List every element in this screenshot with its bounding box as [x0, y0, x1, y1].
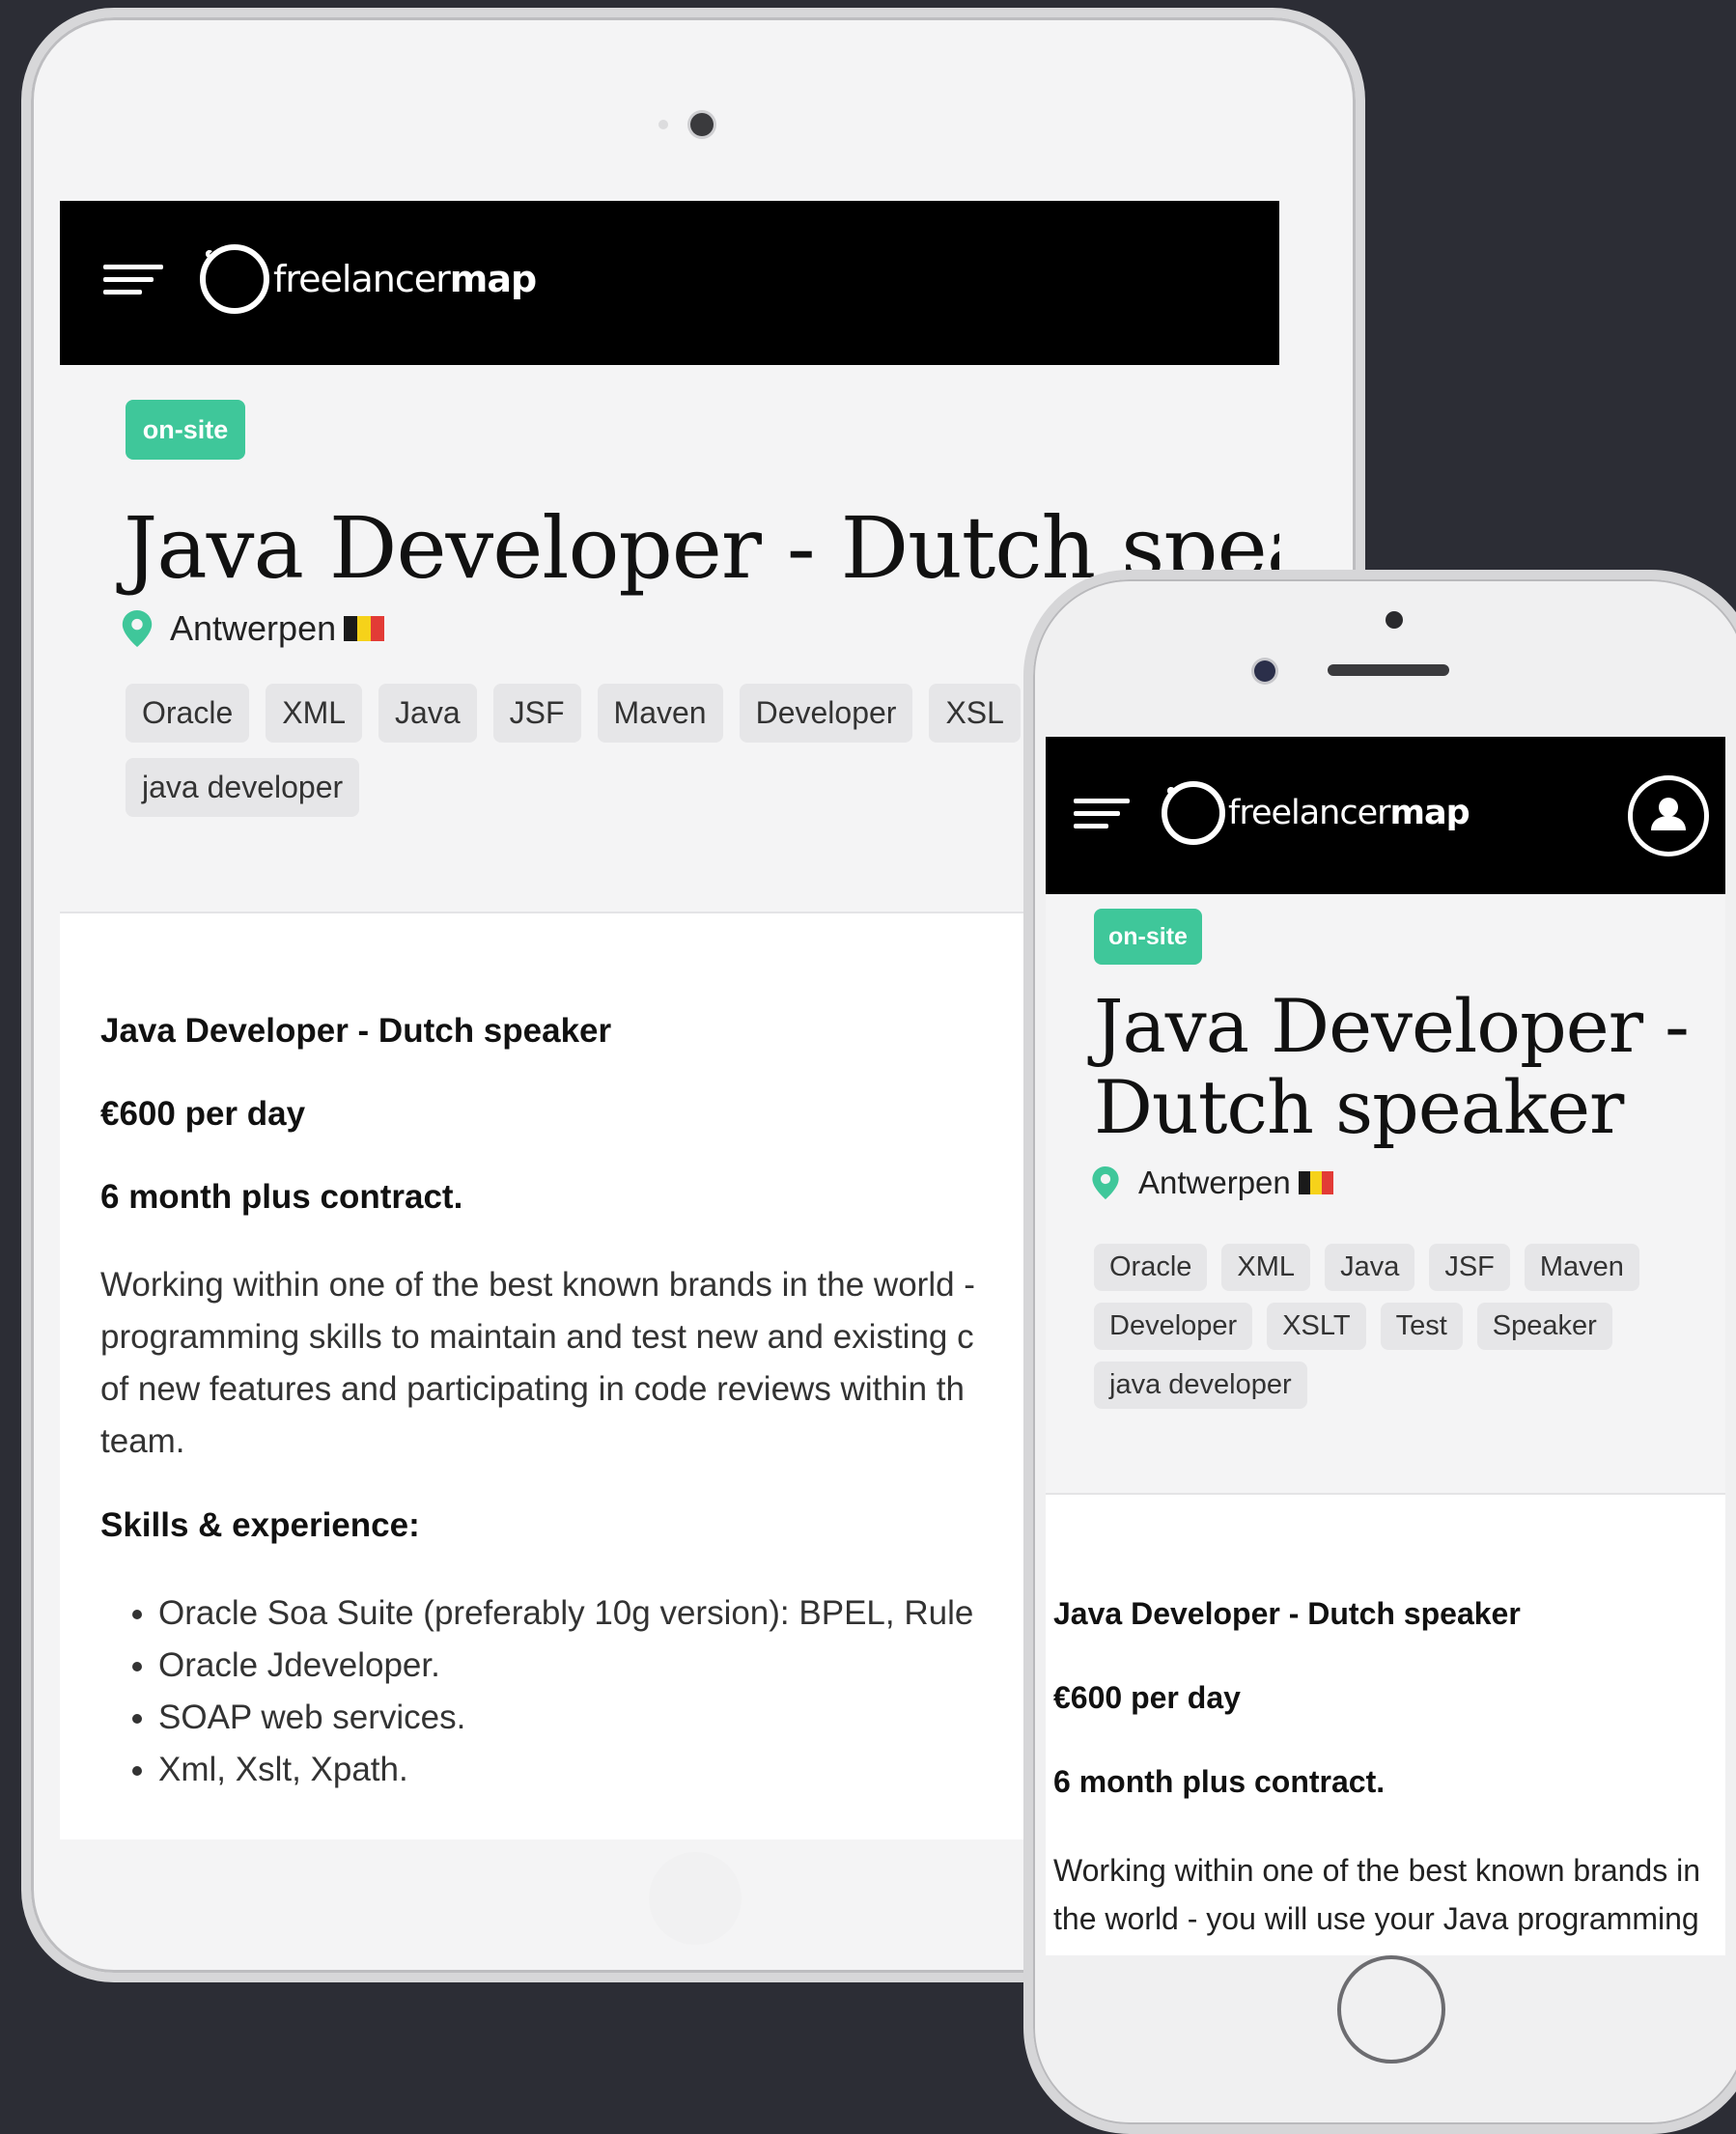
location-text: Antwerpen — [1138, 1165, 1291, 1200]
tablet-home-button[interactable] — [649, 1852, 742, 1945]
tablet-camera — [690, 113, 714, 136]
tablet-sensor — [658, 120, 668, 129]
tag-oracle[interactable]: Oracle — [1094, 1244, 1208, 1291]
phone-proximity-sensor — [1386, 611, 1403, 629]
phone-screen: freelancermap on-site Java Developer - D… — [1046, 737, 1725, 1955]
tag-jsf[interactable]: JSF — [1429, 1244, 1510, 1291]
tag-test[interactable]: Test — [1380, 1303, 1463, 1350]
location-pin-icon — [1092, 1166, 1119, 1199]
location: Antwerpen — [1092, 1165, 1333, 1201]
job-title-line: Java Developer - — [1094, 983, 1690, 1069]
tag-xslt[interactable]: XSLT — [1267, 1303, 1366, 1350]
tag-developer[interactable]: Developer — [739, 684, 913, 743]
tag-maven[interactable]: Maven — [1524, 1244, 1639, 1291]
contract-text: 6 month plus contract. — [1053, 1764, 1386, 1799]
logo-text-bold: map — [449, 258, 537, 300]
onsite-badge: on-site — [1094, 909, 1202, 965]
tablet-top-bar: freelancermap — [60, 201, 1279, 365]
tag-java[interactable]: Java — [1325, 1244, 1415, 1291]
logo-text-light: freelancer — [273, 258, 451, 300]
freelancermap-logo[interactable]: freelancermap — [200, 244, 537, 314]
belgium-flag-icon — [1298, 1171, 1333, 1194]
tag-java-developer[interactable]: java developer — [126, 758, 360, 817]
rate-text: €600 per day — [1053, 1680, 1241, 1715]
menu-icon[interactable] — [1074, 799, 1130, 836]
tag-xml[interactable]: XML — [266, 684, 363, 743]
tag-maven[interactable]: Maven — [597, 684, 723, 743]
tag-java-developer[interactable]: java developer — [1094, 1362, 1307, 1409]
phone-job-header: on-site Java Developer - Dutch speaker A… — [1046, 894, 1725, 1495]
location: Antwerpen — [122, 608, 385, 649]
tag-jsf[interactable]: JSF — [492, 684, 581, 743]
description-line: the world - you will use your Java progr… — [1053, 1901, 1699, 1936]
phone-home-button[interactable] — [1337, 1955, 1445, 2064]
description-heading: Java Developer - Dutch speaker — [1053, 1596, 1521, 1631]
phone-front-camera — [1254, 660, 1275, 682]
description-paragraph: Working within one of the best known bra… — [1053, 1846, 1725, 1943]
tag-oracle[interactable]: Oracle — [126, 684, 250, 743]
freelancermap-logo[interactable]: freelancermap — [1162, 781, 1470, 845]
tag-developer[interactable]: Developer — [1094, 1303, 1253, 1350]
phone-tag-list: Oracle XML Java JSF Maven Developer XSLT… — [1094, 1244, 1673, 1409]
onsite-badge: on-site — [126, 400, 245, 460]
phone-job-description: Java Developer - Dutch speaker €600 per … — [1053, 1596, 1725, 1943]
logo-text-bold: map — [1389, 794, 1470, 832]
user-account-icon[interactable] — [1628, 775, 1709, 856]
description-line: Working within one of the best known bra… — [1053, 1853, 1701, 1888]
logo-icon — [200, 244, 269, 314]
job-title-line: Dutch speaker — [1094, 1064, 1624, 1150]
tag-java[interactable]: Java — [378, 684, 477, 743]
job-title: Java Developer - Dutch speaker — [1094, 983, 1690, 1150]
menu-icon[interactable] — [103, 265, 163, 302]
phone-earpiece — [1328, 664, 1449, 676]
phone-top-bar: freelancermap — [1046, 737, 1725, 894]
location-text: Antwerpen — [170, 608, 337, 648]
logo-icon — [1162, 781, 1225, 845]
location-pin-icon — [122, 610, 153, 647]
belgium-flag-icon — [344, 616, 385, 641]
tag-speaker[interactable]: Speaker — [1476, 1303, 1612, 1350]
tag-xslt[interactable]: XSL — [929, 684, 1021, 743]
logo-text-light: freelancer — [1228, 794, 1391, 832]
tag-xml[interactable]: XML — [1221, 1244, 1311, 1291]
